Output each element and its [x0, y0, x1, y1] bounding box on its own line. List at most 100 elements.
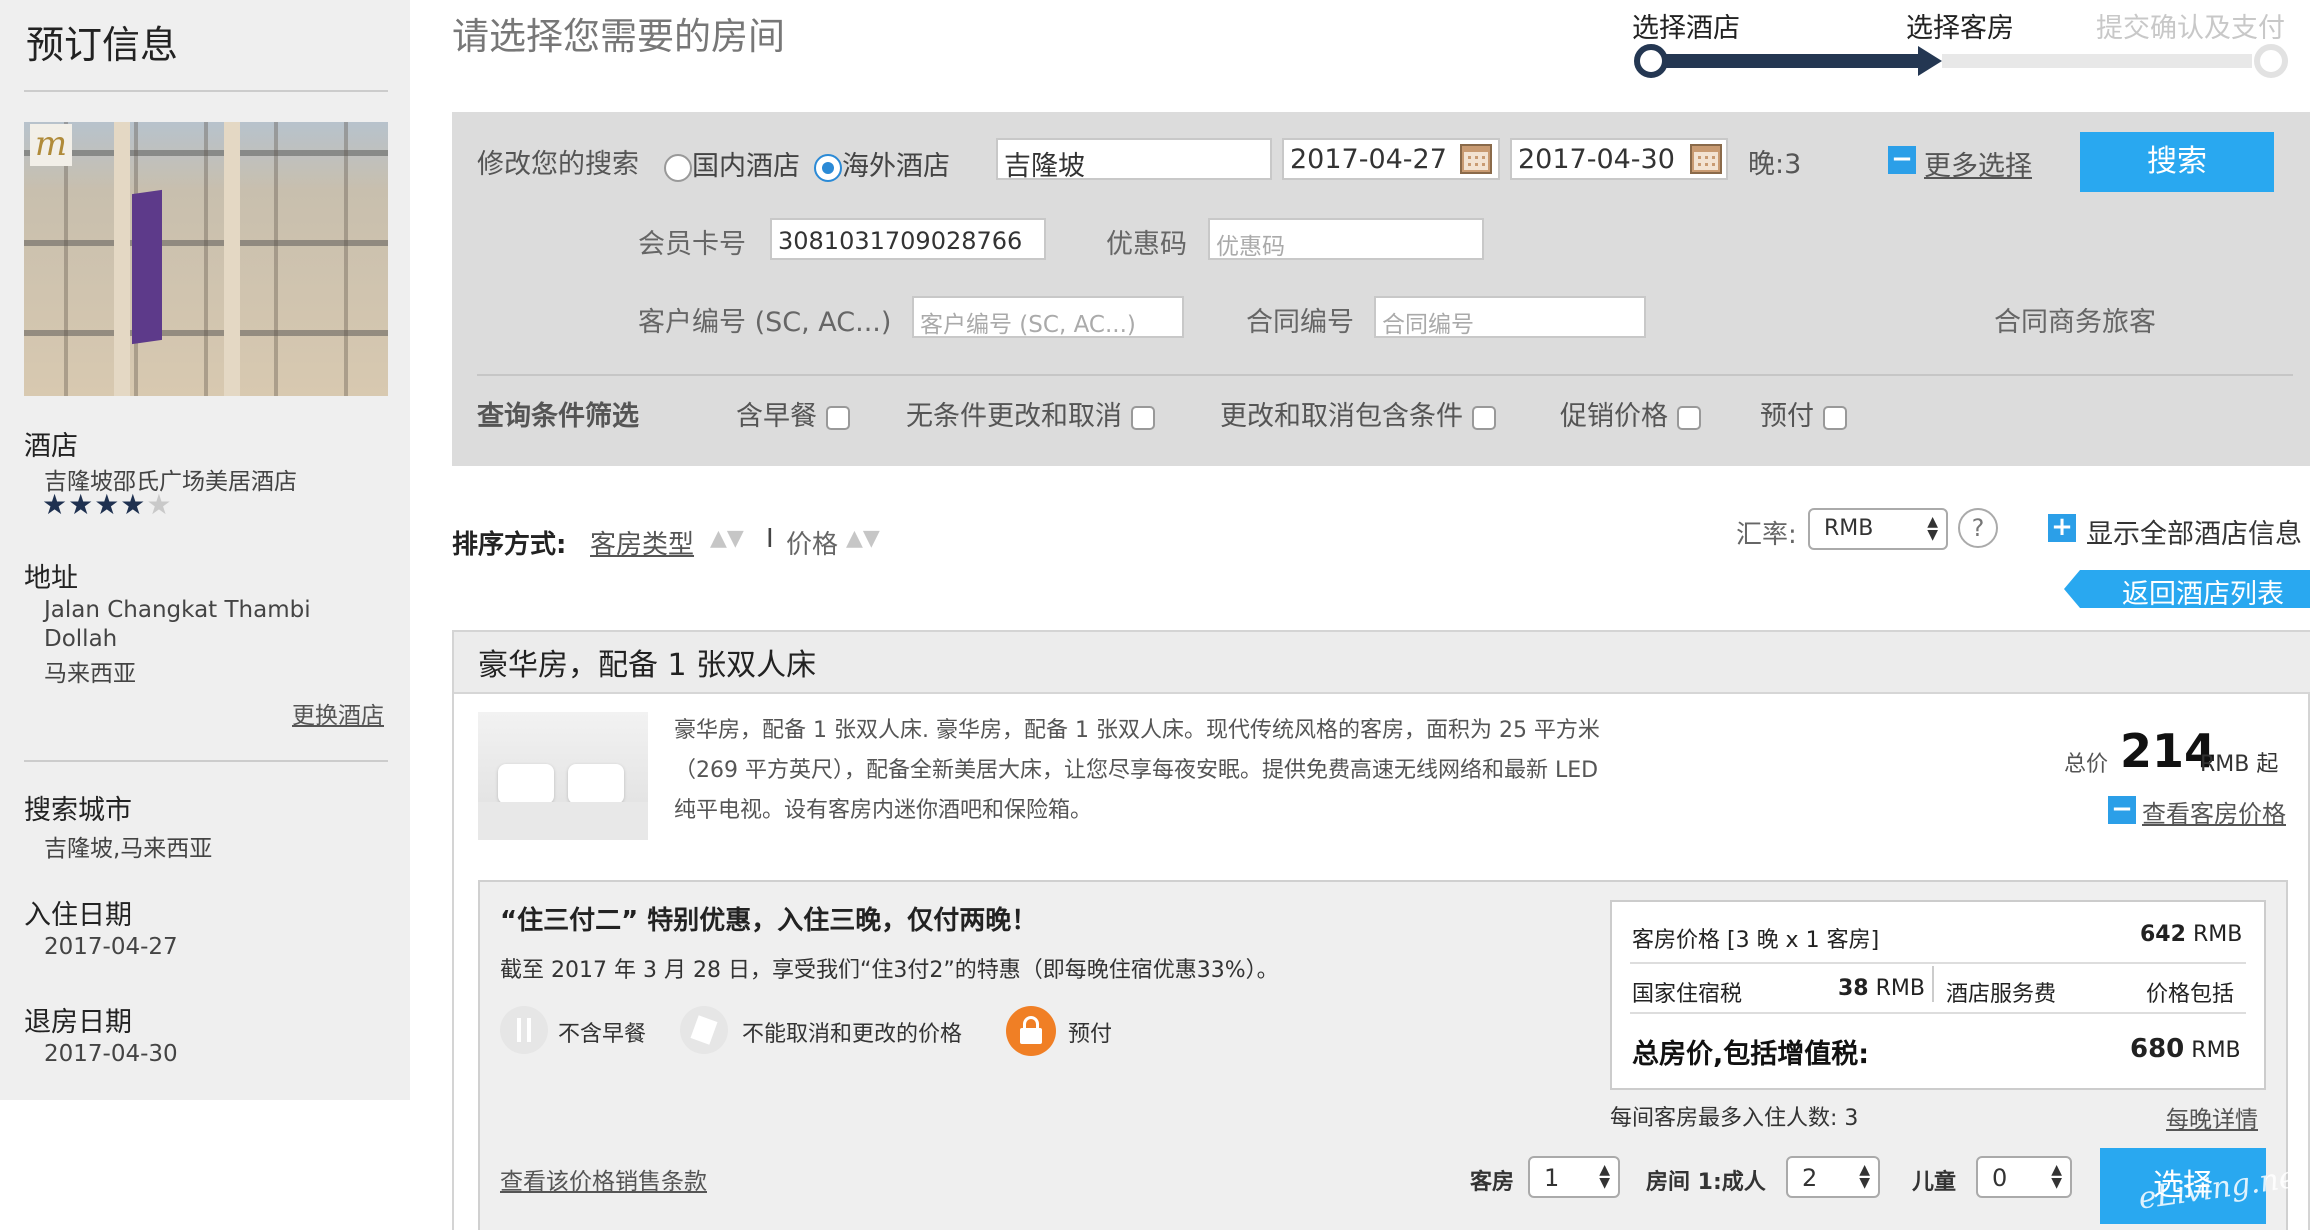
contract-id-label: 合同编号 [1246, 307, 1354, 338]
radio-icon[interactable] [664, 153, 692, 182]
filter-free-cancel[interactable]: 无条件更改和取消 [906, 394, 1155, 433]
view-room-prices-link[interactable]: 查看客房价格 [2142, 794, 2286, 829]
filter-text: 更改和取消包含条件 [1220, 401, 1463, 432]
checkbox[interactable] [1471, 405, 1496, 430]
lodging-tax-value: 38 RMB [1838, 976, 1925, 1001]
adults-label: 房间 1:成人 [1646, 1170, 1766, 1195]
no-cancel-icon [680, 1006, 728, 1054]
lock-icon [1006, 1006, 1056, 1056]
modify-search-label: 修改您的搜索 [477, 149, 639, 180]
collapse-icon[interactable]: − [1888, 146, 1916, 174]
checkout-value: 2017-04-30 [44, 1041, 178, 1067]
grand-total-amount: 680 [2130, 1034, 2185, 1064]
currency-select[interactable]: RMB ▲ ▼ [1808, 508, 1948, 550]
lodging-tax-label: 国家住宿税 [1632, 982, 1743, 1007]
mercure-logo: m [30, 124, 72, 166]
progress-arrow-icon [1918, 46, 1942, 76]
room-price-label: 客房价格 [3 晚 x 1 客房] [1632, 928, 1880, 953]
sort-arrows-icon[interactable]: ▲▼ [710, 526, 744, 551]
non-refundable-tag: 不能取消和更改的价格 [742, 1022, 963, 1047]
filter-text: 促销价格 [1560, 401, 1668, 432]
no-breakfast-tag: 不含早餐 [558, 1022, 647, 1047]
domestic-label: 国内酒店 [692, 151, 800, 182]
total-price-unit: RMB 起 [2200, 752, 2279, 777]
filter-text: 预付 [1760, 401, 1814, 432]
address-line: Jalan Changkat Thambi [44, 597, 311, 623]
destination-input[interactable]: 吉隆坡 [996, 138, 1272, 182]
star-icon: ★★★★ [42, 488, 147, 521]
step-label: 选择客房 [1906, 13, 2014, 44]
rooms-label: 客房 [1470, 1170, 1515, 1195]
service-fee-label: 酒店服务费 [1946, 982, 2057, 1007]
progress-track [1650, 54, 1920, 68]
rooms-select[interactable]: 1 ▲ ▼ [1528, 1156, 1620, 1198]
overseas-radio[interactable]: 海外酒店 [814, 144, 950, 183]
address-line: Dollah [44, 626, 118, 652]
filter-breakfast[interactable]: 含早餐 [736, 394, 850, 433]
city-label: 搜索城市 [24, 795, 132, 826]
sidebar-divider [24, 760, 388, 762]
search-button[interactable]: 搜索 [2080, 132, 2274, 192]
sales-terms-link[interactable]: 查看该价格销售条款 [500, 1162, 707, 1196]
rooms-value: 1 [1544, 1164, 1560, 1192]
show-all-info-link[interactable]: 显示全部酒店信息 [2086, 512, 2302, 551]
member-card-label: 会员卡号 [638, 229, 746, 260]
client-id-input[interactable]: 客户编号 (SC, AC...) [912, 296, 1184, 338]
step-dot [1634, 44, 1668, 78]
checkbox[interactable] [1676, 405, 1701, 430]
currency-unit: RMB [2192, 922, 2243, 947]
calendar-icon[interactable] [1460, 144, 1492, 174]
room-title: 豪华房，配备 1 张双人床 [478, 648, 817, 683]
filter-prepay[interactable]: 预付 [1760, 394, 1847, 433]
domestic-radio[interactable]: 国内酒店 [664, 144, 800, 183]
change-hotel-link[interactable]: 更换酒店 [292, 696, 384, 730]
panel-divider [477, 374, 2293, 376]
filter-conditional-cancel[interactable]: 更改和取消包含条件 [1220, 394, 1496, 433]
sort-label: 排序方式: [452, 530, 567, 560]
prepay-tag: 预付 [1068, 1022, 1113, 1047]
back-to-list-button[interactable]: 返回酒店列表 [2064, 570, 2310, 610]
filter-text: 含早餐 [736, 401, 817, 432]
contract-id-input[interactable]: 合同编号 [1374, 296, 1646, 338]
checkbox[interactable] [1130, 405, 1155, 430]
checkbox[interactable] [1822, 405, 1847, 430]
radio-selected-icon[interactable] [814, 153, 842, 182]
offer-title: “住三付二” 特别优惠，入住三晚，仅付两晚！ [500, 906, 1038, 936]
checkin-label: 入住日期 [24, 900, 132, 931]
grand-total-value: 680 RMB [2130, 1034, 2241, 1064]
sort-by-room-type[interactable]: 客房类型 [590, 524, 694, 561]
sort-arrows-icon[interactable]: ▲▼ [846, 526, 880, 551]
collapse-icon[interactable]: − [2108, 796, 2136, 824]
total-price-label: 总价 [2064, 752, 2109, 777]
sidebar-divider [24, 90, 388, 92]
select-arrows-icon: ▲ ▼ [1599, 1162, 1610, 1191]
filter-text: 无条件更改和取消 [906, 401, 1122, 432]
children-select[interactable]: 0 ▲ ▼ [1976, 1156, 2072, 1198]
help-icon[interactable]: ? [1958, 508, 1998, 548]
expand-icon[interactable]: + [2048, 514, 2076, 542]
back-to-list-label: 返回酒店列表 [2122, 579, 2284, 610]
promo-code-input[interactable]: 优惠码 [1208, 218, 1484, 260]
currency-value: RMB [1824, 516, 1874, 541]
step-dot [2254, 44, 2288, 78]
nightly-details-link[interactable]: 每晚详情 [2166, 1100, 2258, 1134]
progress-track-rest [1942, 54, 2252, 68]
calendar-icon[interactable] [1690, 144, 1722, 174]
filter-promo[interactable]: 促销价格 [1560, 394, 1701, 433]
page-title: 请选择您需要的房间 [452, 15, 785, 58]
hotel-rating: ★★★★★ [42, 488, 173, 521]
address-line: 马来西亚 [44, 661, 136, 687]
checkout-label: 退房日期 [24, 1007, 132, 1038]
checkbox[interactable] [825, 405, 850, 430]
member-card-input[interactable]: 3081031709028766 [770, 218, 1046, 260]
room-description: （269 平方英尺），配备全新美居大床，让您尽享每夜安眠。提供免费高速无线网络和… [674, 758, 1599, 783]
adults-select[interactable]: 2 ▲ ▼ [1786, 1156, 1880, 1198]
sort-by-price[interactable]: 价格 [786, 524, 838, 561]
children-label: 儿童 [1912, 1170, 1957, 1195]
offer-subtitle: 截至 2017 年 3 月 28 日，享受我们“住3付2”的特惠（即每晚住宿优惠… [500, 958, 1279, 983]
summary-divider [1630, 1012, 2246, 1014]
client-id-label: 客户编号 (SC, AC...) [638, 307, 892, 338]
lodging-tax-amount: 38 [1838, 976, 1869, 1001]
more-options-link[interactable]: 更多选择 [1924, 144, 2032, 183]
currency-unit: RMB [2191, 1038, 2241, 1063]
